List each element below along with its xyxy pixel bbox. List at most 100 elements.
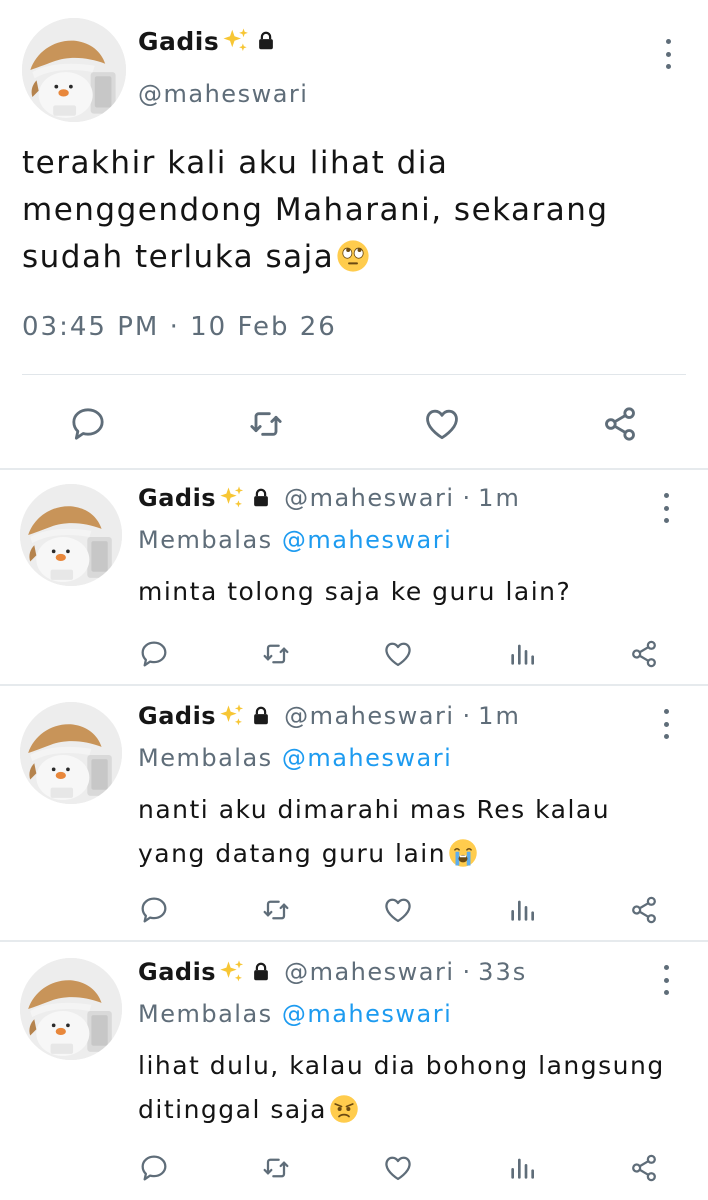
views-icon [506,894,538,926]
face-with-rolling-eyes-icon [336,239,370,273]
mention-link[interactable]: @maheswari [282,744,452,772]
tweet-text-content: terakhir kali aku lihat dia menggendong … [22,145,609,275]
separator-dot: · [462,484,471,512]
reply-button[interactable] [134,634,174,674]
share-button[interactable] [624,1148,664,1188]
like-button[interactable] [378,1148,418,1188]
reply-tweet[interactable]: Gadis @maheswari · 33s Membalas @maheswa… [0,944,708,1200]
reply-tweet[interactable]: Gadis @maheswari · 1m Membalas @maheswar… [0,688,708,940]
divider [0,684,708,686]
more-options-icon[interactable] [654,488,678,528]
tweet-age[interactable]: 1m [478,484,521,512]
divider [0,940,708,942]
sparkles-icon [218,484,246,512]
lock-icon [255,30,277,52]
reply-icon [68,404,108,444]
separator-dot: · [462,702,471,730]
tweet-text: minta tolong saja ke guru lain? [138,577,572,606]
sparkles-icon [218,958,246,986]
avatar[interactable] [20,958,122,1060]
tweet-actions [0,1148,708,1188]
lock-icon [250,961,272,983]
retweet-button[interactable] [242,400,290,448]
more-options-icon[interactable] [654,704,678,744]
share-button[interactable] [624,890,664,930]
author-name[interactable]: Gadis [138,27,219,56]
retweet-button[interactable] [256,890,296,930]
share-button[interactable] [624,634,664,674]
share-icon [628,638,660,670]
sparkles-icon [218,702,246,730]
share-icon [600,404,640,444]
author-handle[interactable]: @maheswari [284,958,454,986]
retweet-button[interactable] [256,634,296,674]
reply-icon [138,638,170,670]
retweet-icon [246,404,286,444]
retweet-icon [260,894,292,926]
author-name-row[interactable]: Gadis [138,26,277,56]
like-icon [422,404,462,444]
share-icon [628,1152,660,1184]
reply-tweet[interactable]: Gadis @maheswari · 1m Membalas @maheswar… [0,470,708,684]
replying-label: Membalas [138,1000,273,1028]
main-tweet: Gadis @maheswari terakhir kali aku lihat… [0,0,708,470]
author-name[interactable]: Gadis [138,958,216,986]
separator-dot: · [462,958,471,986]
tweet-text: lihat dulu, kalau dia bohong langsung di… [138,1044,688,1132]
like-button[interactable] [418,400,466,448]
reply-button[interactable] [64,400,112,448]
author-handle[interactable]: @maheswari [284,702,454,730]
tweet-text-content: lihat dulu, kalau dia bohong langsung di… [138,1051,665,1124]
tweet-text: nanti aku dimarahi mas Res kalau yang da… [138,788,688,876]
views-icon [506,1152,538,1184]
tweet-age[interactable]: 33s [478,958,527,986]
more-options-icon[interactable] [656,34,680,74]
reply-header: Gadis @maheswari · 33s [138,958,527,986]
like-button[interactable] [378,634,418,674]
replying-to: Membalas @maheswari [138,1000,452,1028]
replying-to: Membalas @maheswari [138,526,452,554]
author-name[interactable]: Gadis [138,702,216,730]
share-button[interactable] [596,400,644,448]
views-icon [506,638,538,670]
mention-link[interactable]: @maheswari [282,1000,452,1028]
tweet-actions [0,400,708,448]
reply-header: Gadis @maheswari · 1m [138,484,521,512]
divider [22,374,686,375]
sparkles-icon [221,26,251,56]
retweet-button[interactable] [256,1148,296,1188]
avatar[interactable] [22,18,126,122]
mention-link[interactable]: @maheswari [282,526,452,554]
tweet-text: terakhir kali aku lihat dia menggendong … [22,140,682,281]
more-options-icon[interactable] [654,960,678,1000]
avatar[interactable] [20,702,122,804]
angry-face-icon [329,1094,359,1124]
share-icon [628,894,660,926]
tweet-actions [0,634,708,674]
like-icon [382,894,414,926]
reply-icon [138,1152,170,1184]
loudly-crying-face-icon [448,838,478,868]
like-icon [382,638,414,670]
replying-label: Membalas [138,526,273,554]
views-button[interactable] [502,1148,542,1188]
lock-icon [250,705,272,727]
replying-label: Membalas [138,744,273,772]
tweet-text-content: nanti aku dimarahi mas Res kalau yang da… [138,795,611,868]
retweet-icon [260,1152,292,1184]
views-button[interactable] [502,890,542,930]
views-button[interactable] [502,634,542,674]
reply-header: Gadis @maheswari · 1m [138,702,521,730]
reply-button[interactable] [134,1148,174,1188]
retweet-icon [260,638,292,670]
like-button[interactable] [378,890,418,930]
reply-button[interactable] [134,890,174,930]
author-handle[interactable]: @maheswari [138,80,308,108]
like-icon [382,1152,414,1184]
author-name[interactable]: Gadis [138,484,216,512]
tweet-age[interactable]: 1m [478,702,521,730]
avatar[interactable] [20,484,122,586]
author-handle[interactable]: @maheswari [284,484,454,512]
reply-icon [138,894,170,926]
tweet-timestamp[interactable]: 03:45 PM · 10 Feb 26 [22,312,337,342]
